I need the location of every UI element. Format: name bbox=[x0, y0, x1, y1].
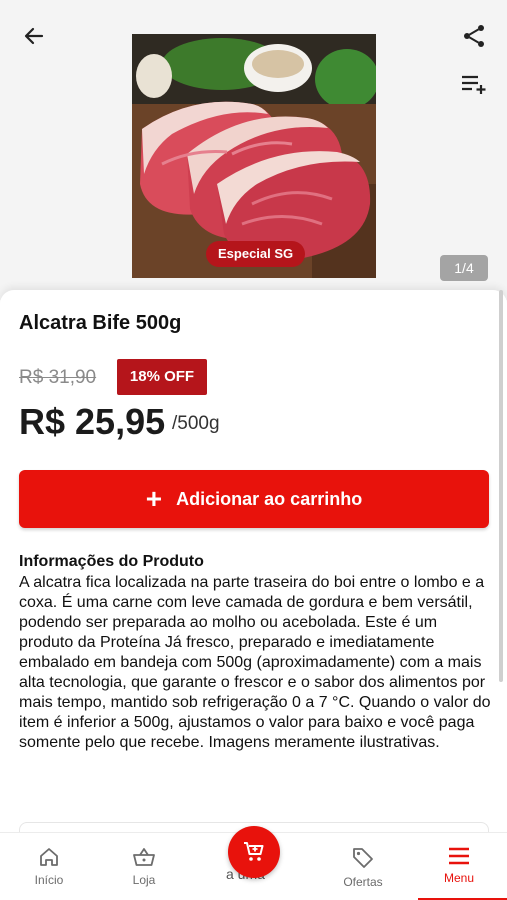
info-description: A alcatra fica localizada na parte trase… bbox=[19, 574, 491, 751]
nav-label-inicio: Início bbox=[34, 873, 64, 887]
nav-label-ofertas: Ofertas bbox=[343, 875, 383, 889]
price-unit: /500g bbox=[172, 413, 220, 434]
image-pager: 1/4 bbox=[440, 255, 488, 281]
nav-item-ofertas[interactable]: Ofertas bbox=[317, 833, 409, 900]
home-icon bbox=[40, 848, 58, 866]
old-price: R$ 31,90 bbox=[19, 367, 97, 388]
back-button[interactable] bbox=[18, 20, 50, 52]
discount-badge: 18% OFF bbox=[117, 359, 207, 395]
nav-item-loja[interactable]: Loja bbox=[98, 833, 190, 900]
cart-button[interactable] bbox=[228, 826, 280, 878]
nav-item-menu[interactable]: Menu bbox=[413, 833, 505, 900]
add-to-cart-button[interactable]: + Adicionar ao carrinho bbox=[19, 470, 489, 528]
share-button[interactable] bbox=[458, 20, 490, 52]
playlist-add-icon bbox=[462, 75, 486, 94]
nav-label-loja: Loja bbox=[132, 873, 156, 887]
nav-label-menu: Menu bbox=[443, 871, 475, 885]
share-icon bbox=[464, 25, 484, 47]
current-price: R$ 25,95 bbox=[19, 401, 166, 442]
plus-icon: + bbox=[145, 483, 163, 514]
product-title: Alcatra Bife 500g bbox=[19, 312, 182, 334]
scrollbar[interactable] bbox=[499, 290, 503, 682]
cart-icon bbox=[244, 842, 264, 861]
menu-icon bbox=[449, 847, 469, 865]
nav-item-inicio[interactable]: Início bbox=[3, 833, 95, 900]
info-heading: Informações do Produto bbox=[19, 553, 204, 570]
special-badge: Especial SG bbox=[206, 241, 306, 267]
tag-icon bbox=[353, 848, 373, 868]
basket-icon bbox=[133, 848, 155, 866]
add-to-cart-label: Adicionar ao carrinho bbox=[176, 488, 363, 509]
add-to-list-button[interactable] bbox=[458, 68, 490, 100]
arrow-left-icon bbox=[24, 27, 44, 45]
